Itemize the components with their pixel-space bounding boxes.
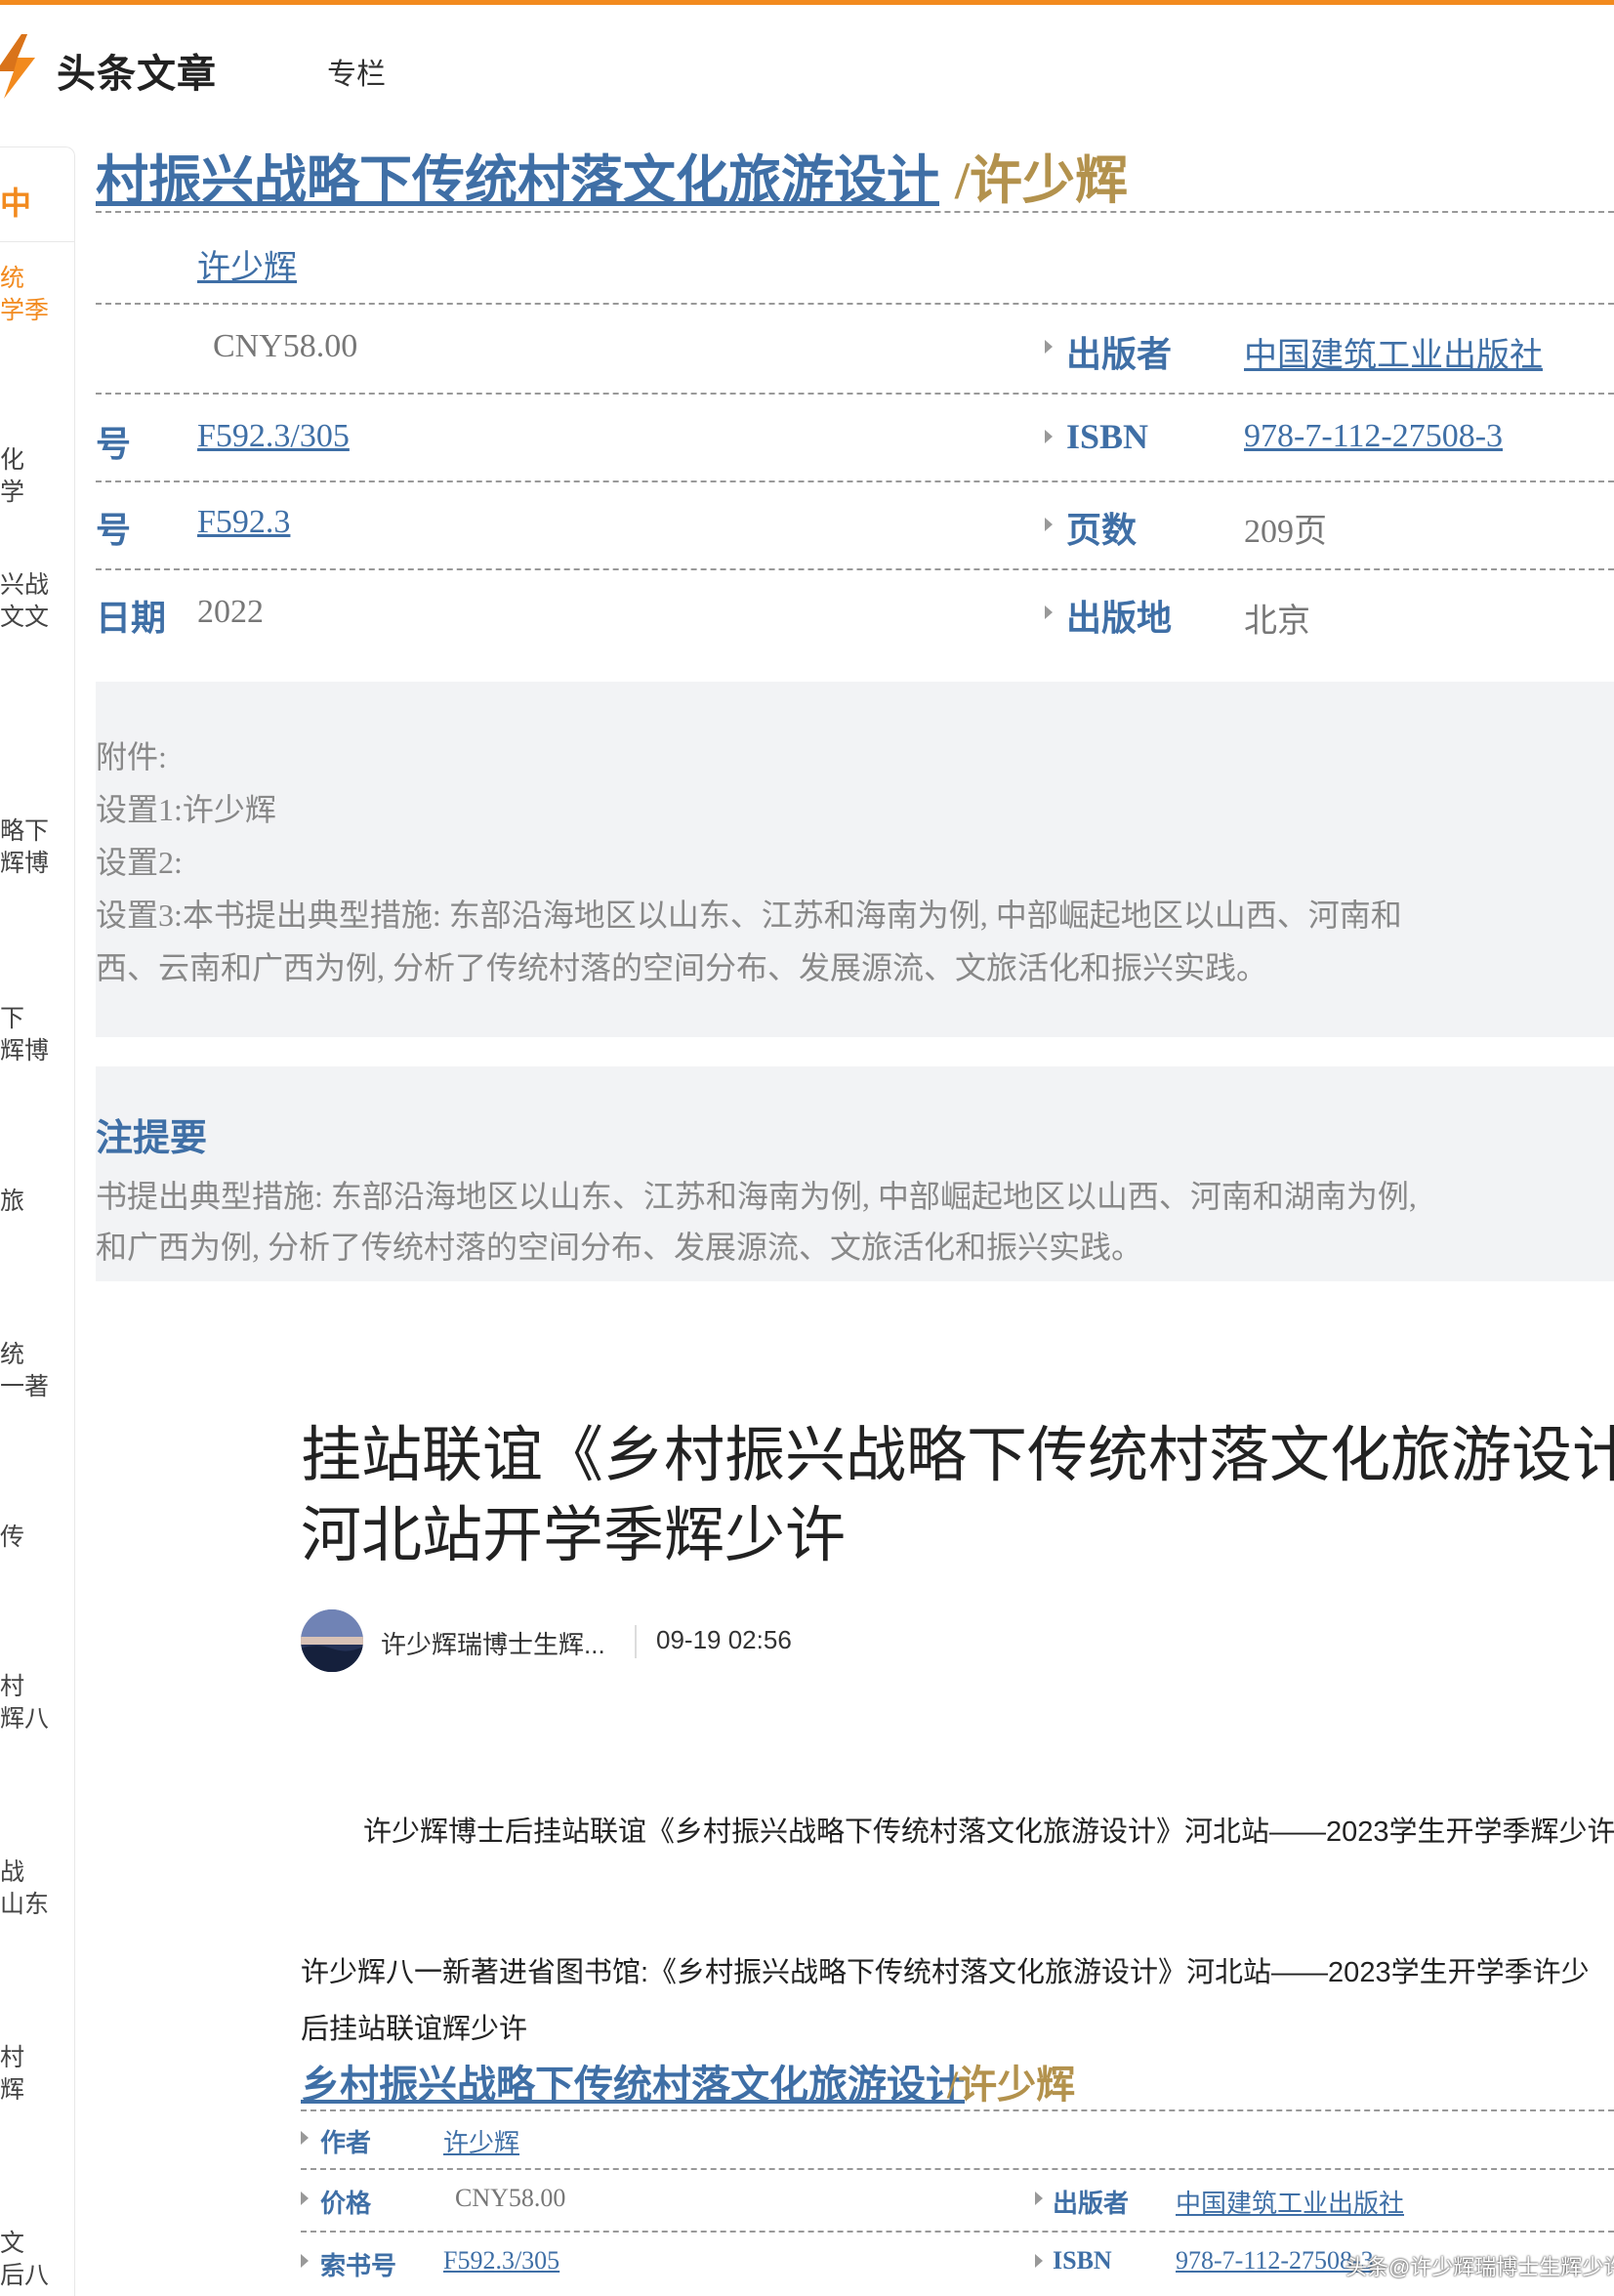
scan-class-value: F592.3 [197, 504, 291, 540]
triangle-icon [1045, 518, 1053, 531]
scan2-price-label: 价格 [320, 2190, 372, 2218]
divider [301, 2109, 1614, 2111]
box-line: 书提出典型措施: 东部沿海地区以山东、江苏和海南为例, 中部崛起地区以山西、河南… [96, 1179, 1417, 1214]
article-title: 挂站联谊《乡村振兴战略下传统村落文化旅游设计 河北站开学季辉少许 [301, 1416, 1614, 1576]
lightning-bolt-icon[interactable] [0, 32, 41, 101]
scan2-call-value: F592.3/305 [443, 2246, 560, 2275]
scan-call-label: 号 [96, 425, 132, 464]
attachment-box: 附件: 设置1:许少辉 设置2: 设置3:本书提出典型措施: 东部沿海地区以山东… [96, 682, 1614, 1037]
scan-author-value: 许少辉 [197, 250, 297, 286]
article-paragraph: 后挂站联谊辉少许 [301, 2014, 528, 2045]
triangle-icon [1035, 2192, 1043, 2205]
box-line: 设置3:本书提出典型措施: 东部沿海地区以山东、江苏和海南为例, 中部崛起地区以… [96, 898, 1402, 933]
sidebar-item[interactable]: 统 一著 [0, 1339, 74, 1403]
sidebar-item[interactable]: 传 [0, 1522, 74, 1554]
scan-place-label: 出版地 [1066, 599, 1173, 638]
triangle-icon [301, 2192, 309, 2205]
scan2-author-label: 作者 [320, 2129, 372, 2157]
sidebar-article-list: 中 统 学季 化 学 兴战 文文 略下 辉博 下 辉博 旅 统 一著 传 村 辉… [0, 146, 75, 2296]
author-name[interactable]: 许少辉瑞博士生辉... [381, 1625, 605, 1661]
sidebar-item[interactable]: 村 辉 [0, 2042, 74, 2107]
meta-divider [635, 1625, 637, 1658]
box-line: 附件: [96, 739, 167, 774]
scan-pages-label: 页数 [1066, 511, 1138, 550]
triangle-icon [1045, 340, 1053, 354]
triangle-icon [301, 2131, 309, 2145]
scan2-isbn-value: 978-7-112-27508-3 [1176, 2246, 1374, 2275]
sidebar-item[interactable]: 战 山东 [0, 1857, 74, 1921]
sidebar-item[interactable]: 略下 辉博 [0, 815, 74, 880]
scan-book-title: 村振兴战略下传统村落文化旅游设计 [96, 151, 939, 210]
scan-date-label: 日期 [96, 599, 167, 638]
summary-box: 注提要 书提出典型措施: 东部沿海地区以山东、江苏和海南为例, 中部崛起地区以山… [96, 1066, 1614, 1281]
sidebar-item[interactable]: 统 学季 [0, 263, 74, 327]
scan-isbn-label: ISBN [1066, 417, 1149, 456]
scan-pages-value: 209页 [1244, 514, 1327, 550]
scan-publisher-value: 中国建筑工业出版社 [1244, 338, 1543, 374]
triangle-icon [1045, 605, 1053, 619]
sidebar-header: 中 [0, 147, 74, 242]
scan2-author-value: 许少辉 [443, 2129, 520, 2157]
box-line: 和广西为例, 分析了传统村落的空间分布、发展源流、文旅活化和振兴实践。 [96, 1230, 1143, 1265]
sidebar-item[interactable]: 旅 [0, 1186, 74, 1218]
scan2-isbn-label: ISBN [1053, 2246, 1112, 2275]
column-tab[interactable]: 专栏 [327, 50, 386, 93]
publish-time: 09-19 02:56 [656, 1625, 792, 1654]
avatar[interactable] [301, 1609, 363, 1672]
scan-class-label: 号 [96, 511, 132, 550]
divider [96, 480, 1614, 482]
divider [96, 303, 1614, 305]
sidebar-item[interactable]: 化 学 [0, 444, 74, 509]
divider [96, 393, 1614, 395]
catalog-scan-image: 村振兴战略下传统村落文化旅游设计 /许少辉 许少辉 CNY58.00 出版者 中… [96, 137, 1614, 1289]
scan-price-value: CNY58.00 [213, 328, 358, 364]
article-paragraph: 许少辉八一新著进省图书馆:《乡村振兴战略下传统村落文化旅游设计》河北站——202… [301, 1957, 1590, 1988]
article-title-line: 河北站开学季辉少许 [301, 1502, 847, 1569]
scan2-call-label: 索书号 [320, 2252, 397, 2280]
article-paragraph: 许少辉博士后挂站联谊《乡村振兴战略下传统村落文化旅游设计》河北站——2023学生… [363, 1816, 1614, 1848]
triangle-icon [1035, 2254, 1043, 2268]
article-title-line: 挂站联谊《乡村振兴战略下传统村落文化旅游设计 [301, 1422, 1614, 1489]
box-line: 西、云南和广西为例, 分析了传统村落的空间分布、发展源流、文旅活化和振兴实践。 [96, 950, 1268, 985]
sidebar-item[interactable]: 文 后八 [0, 2228, 74, 2292]
sidebar-item[interactable]: 村 辉八 [0, 1671, 74, 1735]
box-line: 设置1:许少辉 [96, 792, 276, 827]
triangle-icon [301, 2254, 309, 2268]
sidebar-item[interactable]: 兴战 文文 [0, 569, 74, 634]
scan-date-value: 2022 [197, 594, 264, 630]
sidebar-item[interactable]: 下 辉博 [0, 1003, 74, 1067]
image-watermark: 头条@许少辉瑞博士生辉少许 [1345, 2255, 1614, 2279]
scan-publisher-label: 出版者 [1066, 335, 1173, 374]
scan2-publisher-label: 出版者 [1053, 2190, 1130, 2218]
divider [301, 2168, 1614, 2170]
divider [96, 211, 1614, 213]
triangle-icon [1045, 430, 1053, 443]
sidebar-header-label: 中 [0, 186, 32, 221]
scan-place-value: 北京 [1244, 604, 1310, 640]
box-line: 设置2: [96, 845, 183, 880]
scan2-publisher-value: 中国建筑工业出版社 [1176, 2190, 1405, 2218]
scan-book-title-author: /许少辉 [955, 151, 1129, 210]
avatar-landscape-icon [301, 1609, 363, 1672]
summary-title: 注提要 [96, 1118, 208, 1159]
divider [301, 2231, 1614, 2233]
scan-call-value: F592.3/305 [197, 418, 350, 454]
site-header: 头条文章 专栏 [0, 5, 1614, 132]
divider [96, 568, 1614, 570]
scan-isbn-value: 978-7-112-27508-3 [1244, 418, 1504, 454]
scan2-book-title: 乡村振兴战略下传统村落文化旅游设计 [301, 2063, 965, 2107]
scan2-book-title-author: /许少辉 [947, 2063, 1076, 2107]
scan2-price-value: CNY58.00 [455, 2184, 566, 2212]
logo-text[interactable]: 头条文章 [57, 42, 217, 99]
